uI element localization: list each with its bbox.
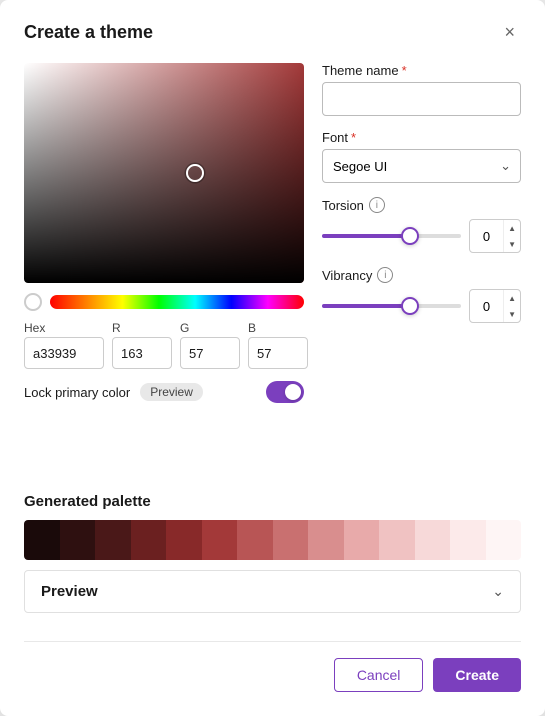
dialog-header: Create a theme × [24,20,521,45]
toggle-knob [285,384,301,400]
vibrancy-spinbox[interactable]: ▲ ▼ [469,289,521,323]
palette-swatch[interactable] [237,520,273,560]
palette-swatch[interactable] [24,520,60,560]
hue-slider-row [24,293,304,311]
torsion-slider[interactable] [322,234,461,238]
preview-header[interactable]: Preview ⌄ [25,571,520,612]
g-input[interactable] [180,337,240,369]
main-content: Hex R G B Lock primary color Pre [24,63,521,483]
vibrancy-slider-thumb [401,297,419,315]
r-group: R [112,321,172,369]
dialog-title: Create a theme [24,22,153,43]
lock-toggle[interactable] [266,381,304,403]
palette-swatch[interactable] [60,520,96,560]
vibrancy-label: Vibrancy i [322,267,521,283]
b-input[interactable] [248,337,308,369]
palette-swatch[interactable] [308,520,344,560]
color-gradient [24,63,304,283]
lock-row: Lock primary color Preview [24,381,304,403]
cancel-button[interactable]: Cancel [334,658,424,692]
r-label: R [112,321,172,335]
palette-swatch[interactable] [166,520,202,560]
vibrancy-slider-row: ▲ ▼ [322,289,521,323]
hex-rgb-row: Hex R G B [24,321,304,369]
vibrancy-section: Vibrancy i ▲ ▼ [322,267,521,323]
vibrancy-increment-button[interactable]: ▲ [504,290,520,306]
hue-slider[interactable] [50,295,304,309]
required-star: * [402,63,407,78]
theme-name-field: Theme name * [322,63,521,116]
font-select[interactable]: Segoe UI Arial Calibri Times New Roman [322,149,521,183]
torsion-info-icon: i [369,197,385,213]
torsion-label: Torsion i [322,197,521,213]
r-input[interactable] [112,337,172,369]
color-cursor [186,164,204,182]
torsion-spinbox-buttons: ▲ ▼ [503,220,520,252]
g-group: G [180,321,240,369]
torsion-slider-thumb [401,227,419,245]
theme-name-input[interactable] [322,82,521,116]
torsion-section: Torsion i ▲ ▼ [322,197,521,253]
vibrancy-spinbox-buttons: ▲ ▼ [503,290,520,322]
torsion-increment-button[interactable]: ▲ [504,220,520,236]
preview-badge: Preview [140,383,203,401]
theme-name-label: Theme name * [322,63,521,78]
color-picker-canvas[interactable] [24,63,304,283]
create-theme-dialog: Create a theme × Hex R [0,0,545,716]
torsion-decrement-button[interactable]: ▼ [504,236,520,252]
hex-label: Hex [24,321,104,335]
palette-row [24,520,521,560]
vibrancy-decrement-button[interactable]: ▼ [504,306,520,322]
vibrancy-slider[interactable] [322,304,461,308]
left-panel: Hex R G B Lock primary color Pre [24,63,304,483]
palette-swatch[interactable] [273,520,309,560]
palette-swatch[interactable] [95,520,131,560]
right-panel: Theme name * Font * Segoe UI Arial Calib… [322,63,521,483]
preview-header-label: Preview [41,583,98,600]
palette-swatch[interactable] [486,520,522,560]
g-label: G [180,321,240,335]
torsion-value[interactable] [470,229,503,244]
vibrancy-info-icon: i [377,267,393,283]
footer: Cancel Create [24,641,521,692]
font-field: Font * Segoe UI Arial Calibri Times New … [322,130,521,183]
chevron-down-icon: ⌄ [492,583,504,600]
palette-swatch[interactable] [202,520,238,560]
font-label: Font * [322,130,521,145]
b-group: B [248,321,308,369]
palette-title: Generated palette [24,493,521,510]
b-label: B [248,321,308,335]
vibrancy-value[interactable] [470,299,503,314]
font-required-star: * [351,130,356,145]
torsion-slider-row: ▲ ▼ [322,219,521,253]
close-button[interactable]: × [498,20,521,45]
torsion-spinbox[interactable]: ▲ ▼ [469,219,521,253]
preview-section: Preview ⌄ [24,570,521,613]
hex-input[interactable] [24,337,104,369]
palette-swatch[interactable] [131,520,167,560]
palette-swatch[interactable] [450,520,486,560]
create-button[interactable]: Create [433,658,521,692]
font-select-wrapper: Segoe UI Arial Calibri Times New Roman ⌄ [322,149,521,183]
lock-label: Lock primary color [24,385,130,400]
hue-indicator [24,293,42,311]
palette-swatch[interactable] [379,520,415,560]
hex-group: Hex [24,321,104,369]
palette-swatch[interactable] [415,520,451,560]
palette-section: Generated palette [24,493,521,560]
palette-swatch[interactable] [344,520,380,560]
